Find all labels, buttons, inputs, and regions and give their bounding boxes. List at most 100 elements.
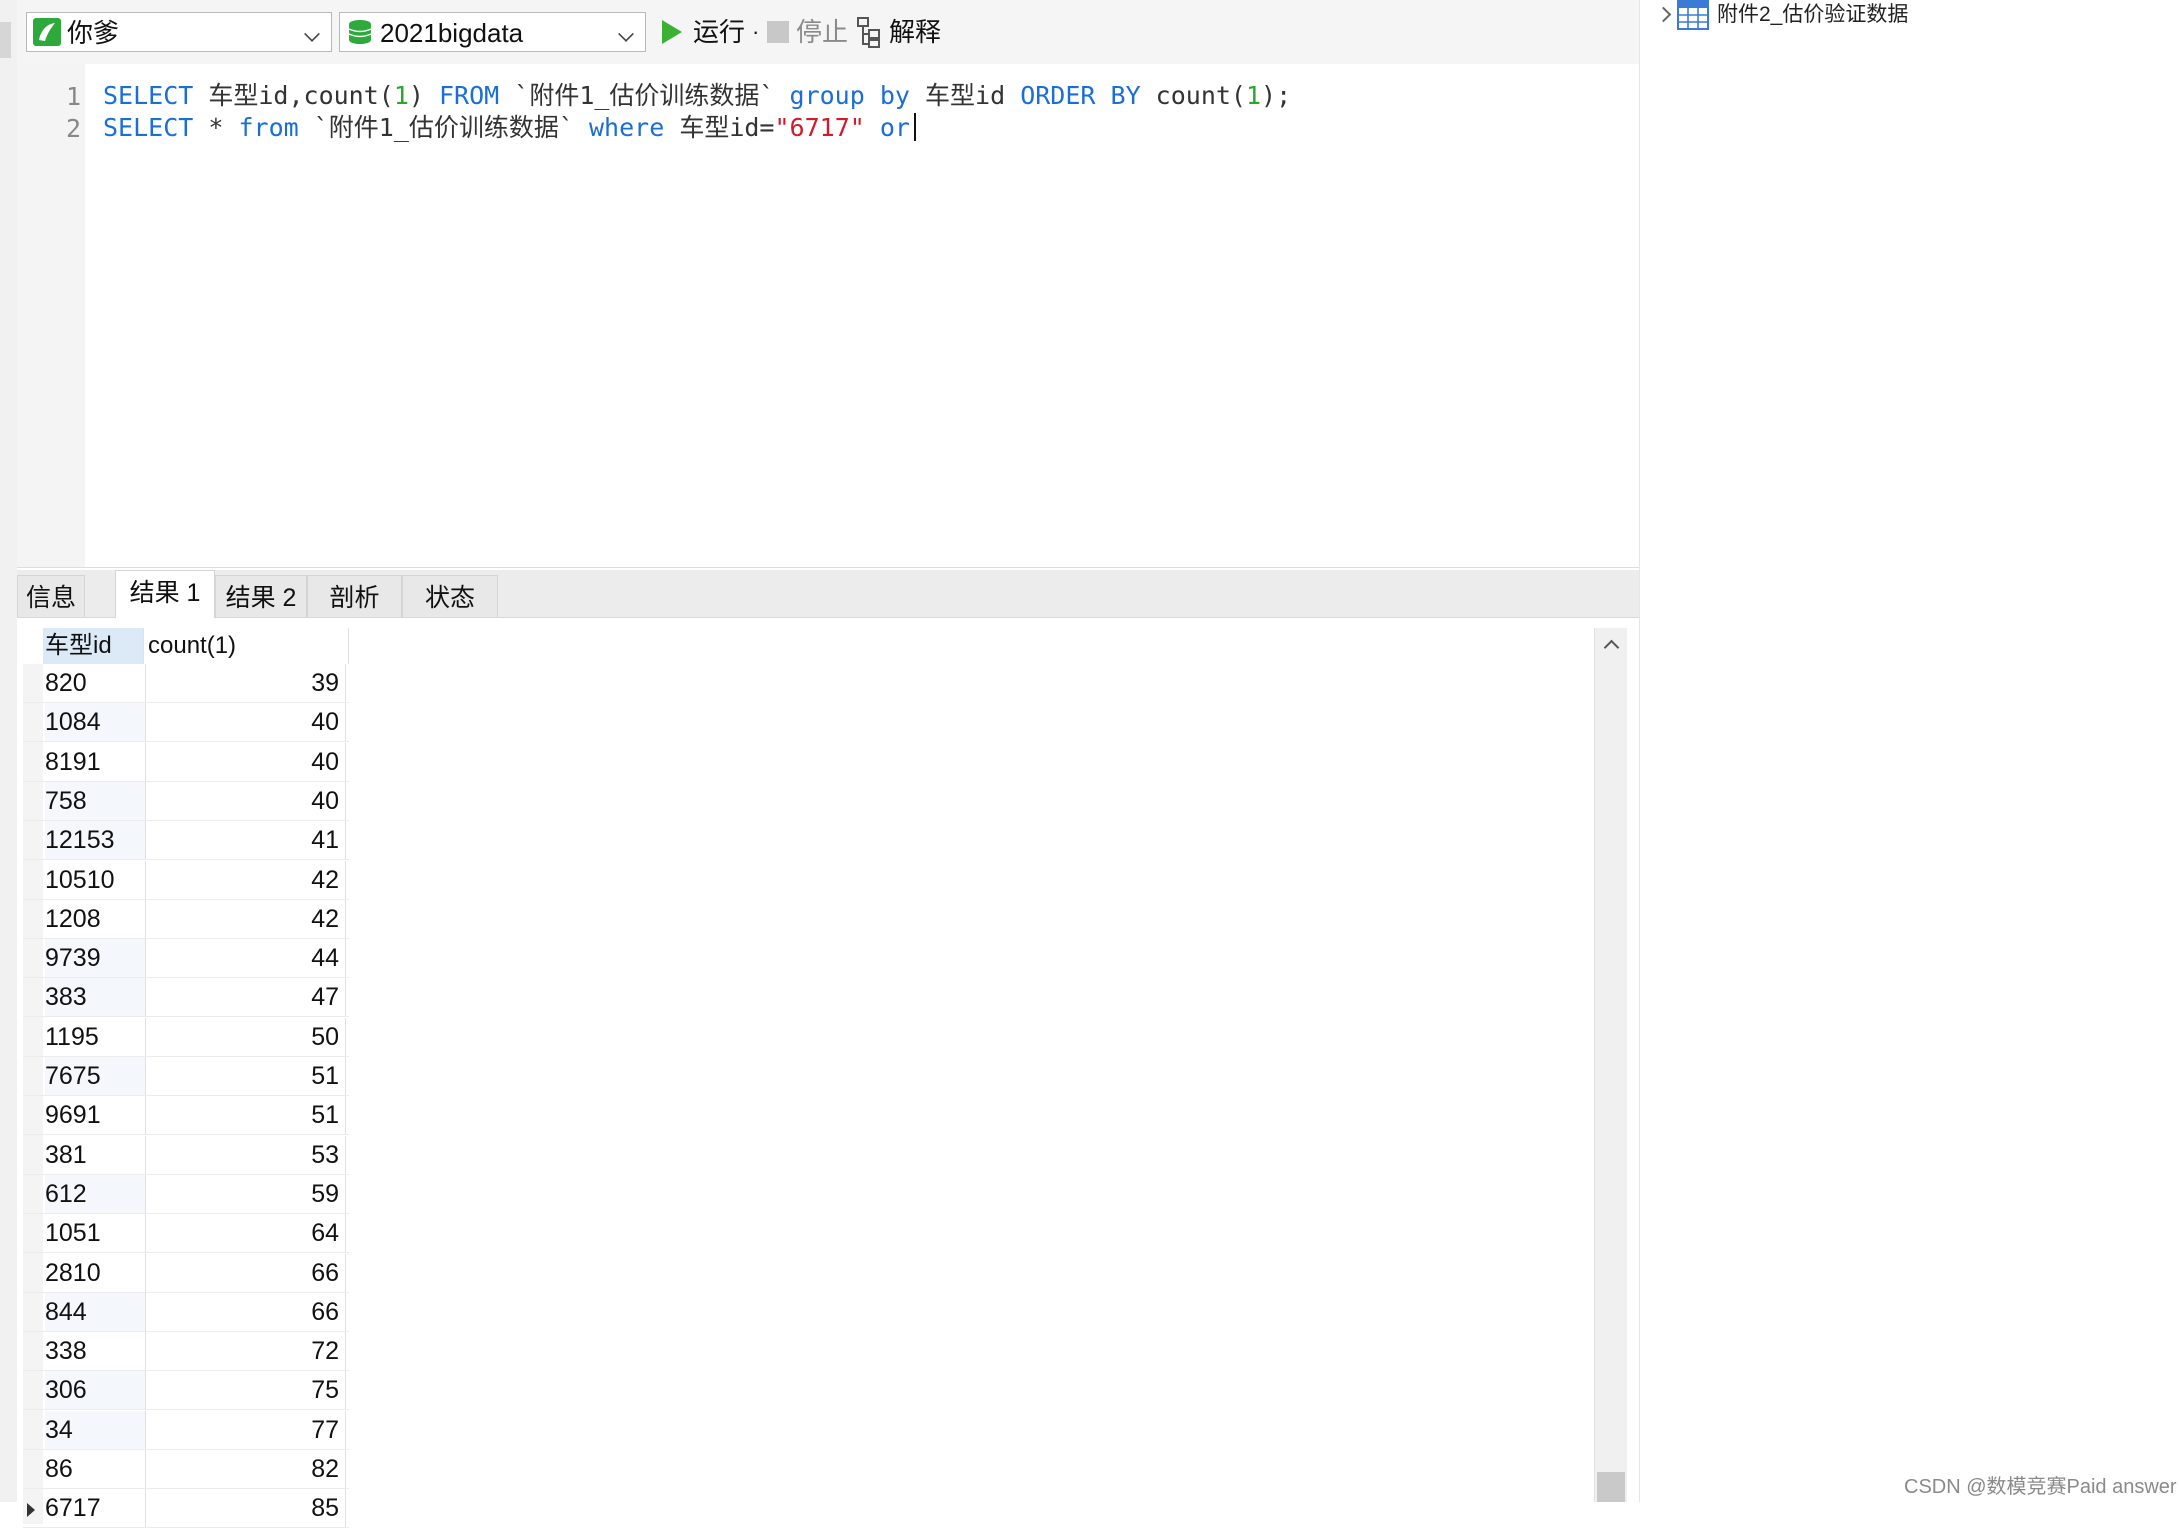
table-row[interactable]: 844 66 <box>23 1292 349 1332</box>
cell-count[interactable]: 53 <box>146 1135 346 1174</box>
cell-id[interactable]: 1084 <box>45 703 146 742</box>
tab-result-1[interactable]: 结果 1 <box>115 570 215 618</box>
table-row[interactable]: 1208 42 <box>23 899 349 939</box>
table-row[interactable]: 86 82 <box>23 1450 349 1489</box>
chevron-down-icon[interactable] <box>618 26 634 42</box>
code-token: or <box>879 113 910 142</box>
table-row[interactable]: 34 77 <box>23 1410 349 1450</box>
cell-count[interactable]: 44 <box>146 939 346 978</box>
cell-count[interactable]: 41 <box>146 821 346 860</box>
cell-id[interactable]: 1208 <box>45 899 146 938</box>
table-row[interactable]: 306 75 <box>23 1371 349 1411</box>
column-header-id[interactable]: 车型id <box>43 628 144 664</box>
chevron-down-icon[interactable] <box>304 26 320 42</box>
table-row[interactable]: 6717 85 <box>23 1489 349 1528</box>
connection-select[interactable]: 你爹 <box>26 12 332 52</box>
cell-count[interactable]: 51 <box>146 1096 346 1135</box>
code-line-2[interactable]: SELECT * from `附件1_估价训练数据` where 车型id="6… <box>103 112 916 144</box>
cell-id[interactable]: 12153 <box>45 821 146 860</box>
table-row[interactable]: 1084 40 <box>23 703 349 743</box>
cell-id[interactable]: 9739 <box>45 939 146 978</box>
cell-count[interactable]: 40 <box>146 703 346 742</box>
table-row[interactable]: 383 47 <box>23 978 349 1018</box>
cell-id[interactable]: 758 <box>45 781 146 820</box>
cell-id[interactable]: 10510 <box>45 860 146 899</box>
cell-count[interactable]: 51 <box>146 1057 346 1095</box>
database-select[interactable]: 2021bigdata <box>339 12 646 52</box>
cell-count[interactable]: 75 <box>146 1371 346 1410</box>
code-token: ORDER <box>1020 81 1096 110</box>
cell-id[interactable]: 383 <box>45 978 146 1017</box>
code-token: 1 <box>1245 81 1262 110</box>
cell-id[interactable]: 612 <box>45 1174 146 1213</box>
cell-id[interactable]: 9691 <box>45 1096 146 1135</box>
code-token: ); <box>1261 81 1292 110</box>
cell-count[interactable]: 47 <box>146 978 346 1017</box>
cell-count[interactable]: 66 <box>146 1253 346 1292</box>
table-row[interactable]: 9691 51 <box>23 1096 349 1136</box>
cell-id[interactable]: 7675 <box>45 1057 146 1095</box>
table-row[interactable]: 758 40 <box>23 781 349 821</box>
code-line-1[interactable]: SELECT 车型id,count(1) FROM `附件1_估价训练数据` g… <box>103 80 1291 112</box>
table-row[interactable]: 7675 51 <box>23 1057 349 1096</box>
table-row[interactable]: 1195 50 <box>23 1017 349 1057</box>
cell-id[interactable]: 1051 <box>45 1214 146 1253</box>
table-row[interactable]: 820 39 <box>23 664 349 703</box>
code-token: 1 <box>393 81 409 110</box>
tab-profile[interactable]: 剖析 <box>307 575 402 617</box>
text-caret <box>913 113 916 141</box>
scrollbar-thumb[interactable] <box>1597 1472 1625 1502</box>
column-header-count[interactable]: count(1) <box>144 628 349 664</box>
code-token: group <box>789 81 865 110</box>
cell-id[interactable]: 1195 <box>45 1017 146 1056</box>
cell-count[interactable]: 77 <box>146 1410 346 1449</box>
cell-id[interactable]: 820 <box>45 664 146 702</box>
cell-count[interactable]: 42 <box>146 860 346 899</box>
cell-id[interactable]: 6717 <box>45 1489 146 1528</box>
cell-count[interactable]: 66 <box>146 1292 346 1331</box>
cell-count[interactable]: 50 <box>146 1017 346 1056</box>
cell-id[interactable]: 2810 <box>45 1253 146 1292</box>
table-row[interactable]: 612 59 <box>23 1174 349 1214</box>
cell-id[interactable]: 338 <box>45 1332 146 1371</box>
tab-result-2[interactable]: 结果 2 <box>215 575 307 617</box>
table-row[interactable]: 8191 40 <box>23 742 349 782</box>
cell-count[interactable]: 39 <box>146 664 346 702</box>
tab-info[interactable]: 信息 <box>17 575 85 617</box>
tab-status[interactable]: 状态 <box>402 575 498 617</box>
cell-count[interactable]: 72 <box>146 1332 346 1371</box>
cell-id[interactable]: 34 <box>45 1410 146 1449</box>
toolbar: 你爹 2021bigdata 运行 · 停止 解释 <box>17 0 1639 65</box>
table-row[interactable]: 1051 64 <box>23 1214 349 1254</box>
cell-count[interactable]: 59 <box>146 1174 346 1213</box>
watermark: CSDN @数模竞赛Paid answer <box>1904 1476 2177 1498</box>
scroll-up-icon[interactable] <box>1603 639 1620 656</box>
table-row[interactable]: 338 72 <box>23 1332 349 1372</box>
table-row[interactable]: 12153 41 <box>23 821 349 861</box>
stop-icon <box>767 21 789 43</box>
cell-id[interactable]: 8191 <box>45 742 146 781</box>
chevron-right-icon[interactable] <box>1655 6 1672 23</box>
cell-count[interactable]: 42 <box>146 899 346 938</box>
cell-id[interactable]: 844 <box>45 1292 146 1331</box>
cell-count[interactable]: 40 <box>146 742 346 781</box>
table-name: 附件2_估价验证数据 <box>1717 3 1909 26</box>
cell-count[interactable]: 85 <box>146 1489 346 1528</box>
table-row[interactable]: 10510 42 <box>23 860 349 900</box>
table-row[interactable]: 381 53 <box>23 1135 349 1175</box>
code-token: SELECT <box>103 113 194 142</box>
cell-count[interactable]: 64 <box>146 1214 346 1253</box>
cell-id[interactable]: 381 <box>45 1135 146 1174</box>
cell-count[interactable]: 40 <box>146 781 346 820</box>
vertical-scrollbar[interactable] <box>1594 628 1627 1502</box>
run-dropdown-icon[interactable]: · <box>752 12 759 52</box>
explain-label: 解释 <box>889 17 942 47</box>
table-row[interactable]: 9739 44 <box>23 939 349 979</box>
connection-name: 你爹 <box>67 18 120 48</box>
cell-id[interactable]: 86 <box>45 1450 146 1488</box>
cell-count[interactable]: 82 <box>146 1450 346 1488</box>
sql-editor[interactable]: 1 2 SELECT 车型id,count(1) FROM `附件1_估价训练数… <box>17 64 1639 568</box>
cell-id[interactable]: 306 <box>45 1371 146 1410</box>
table-row[interactable]: 2810 66 <box>23 1253 349 1293</box>
